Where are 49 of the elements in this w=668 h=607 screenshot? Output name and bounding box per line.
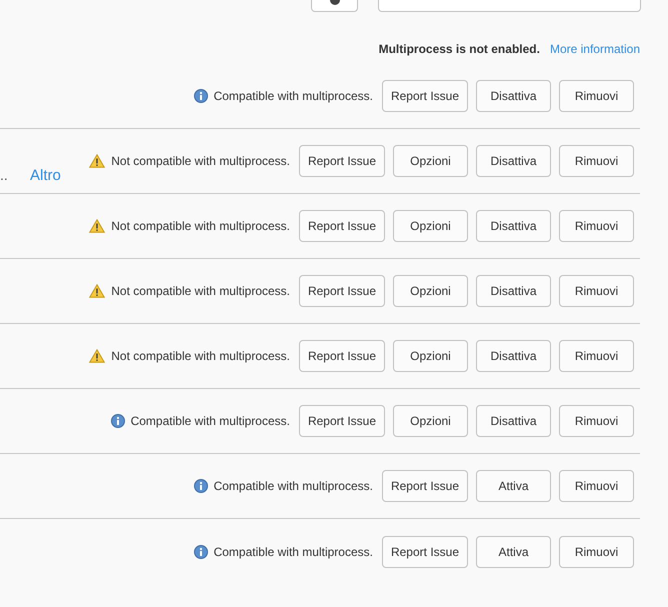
addon-action-button[interactable]: Disattiva xyxy=(476,145,551,177)
compatibility-text: Not compatible with multiprocess. xyxy=(111,283,290,300)
addon-action-button[interactable]: Opzioni xyxy=(393,145,468,177)
addon-action-button[interactable]: Report Issue xyxy=(299,145,385,177)
addon-action-button[interactable]: Attiva xyxy=(476,536,551,568)
addon-action-button[interactable]: Attiva xyxy=(476,470,551,502)
addon-action-button[interactable]: Disattiva xyxy=(476,340,551,372)
addon-action-button[interactable]: Report Issue xyxy=(299,275,385,307)
truncated-text: .. xyxy=(0,166,8,185)
addon-action-button[interactable]: Rimuovi xyxy=(559,275,634,307)
addon-action-button[interactable]: Rimuovi xyxy=(559,340,634,372)
addon-action-button[interactable]: Opzioni xyxy=(393,210,468,242)
addon-action-button[interactable]: Rimuovi xyxy=(559,536,634,568)
warning-icon xyxy=(89,284,106,298)
addon-action-button[interactable]: Report Issue xyxy=(299,405,385,437)
addon-action-button[interactable]: Report Issue xyxy=(382,80,468,112)
addon-action-button[interactable]: Rimuovi xyxy=(559,405,634,437)
compatibility-text: Compatible with multiprocess. xyxy=(214,88,373,105)
warning-icon xyxy=(89,219,106,233)
addon-action-button[interactable]: Report Issue xyxy=(382,470,468,502)
addon-action-button[interactable]: Report Issue xyxy=(299,210,385,242)
info-icon xyxy=(194,479,208,493)
addon-action-button[interactable]: Opzioni xyxy=(393,405,468,437)
addon-action-button[interactable]: Opzioni xyxy=(393,275,468,307)
search-field[interactable] xyxy=(378,0,641,12)
info-icon xyxy=(194,89,208,103)
compatibility-text: Not compatible with multiprocess. xyxy=(111,153,290,170)
compatibility-text: Not compatible with multiprocess. xyxy=(111,348,290,365)
addon-action-button[interactable]: Rimuovi xyxy=(559,80,634,112)
addon-action-button[interactable]: Report Issue xyxy=(382,536,468,568)
multiprocess-status-text: Multiprocess is not enabled. xyxy=(378,40,540,58)
compatibility-text: Compatible with multiprocess. xyxy=(214,478,373,495)
info-icon xyxy=(110,414,125,428)
compatibility-text: Not compatible with multiprocess. xyxy=(111,218,290,235)
compatibility-text: Compatible with multiprocess. xyxy=(214,544,373,560)
addon-action-button[interactable]: Disattiva xyxy=(476,80,551,112)
addon-action-button[interactable]: Rimuovi xyxy=(559,145,634,177)
addon-action-button[interactable]: Disattiva xyxy=(476,405,551,437)
addon-action-button[interactable]: Report Issue xyxy=(299,340,385,372)
tools-menu-button[interactable] xyxy=(311,0,358,12)
addon-action-button[interactable]: Rimuovi xyxy=(559,210,634,242)
warning-icon xyxy=(89,154,106,168)
compatibility-text: Compatible with multiprocess. xyxy=(130,413,290,430)
addon-action-button[interactable]: Disattiva xyxy=(476,275,551,307)
info-icon xyxy=(194,544,208,558)
addon-action-button[interactable]: Rimuovi xyxy=(559,470,634,502)
warning-icon xyxy=(89,349,106,363)
addon-action-button[interactable]: Opzioni xyxy=(393,340,468,372)
addon-action-button[interactable]: Disattiva xyxy=(476,210,551,242)
